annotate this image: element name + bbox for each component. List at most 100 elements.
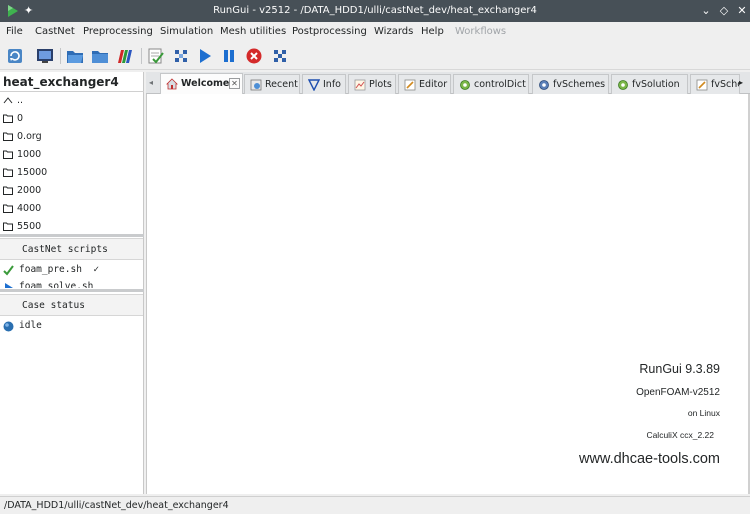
tab-fvsolution[interactable]: fvSolution [611, 74, 688, 94]
file-item-4000[interactable]: 4000 [0, 200, 143, 218]
file-item-15000[interactable]: 15000 [0, 164, 143, 182]
file-label: 15000 [17, 167, 48, 178]
file-label: .. [17, 95, 24, 106]
file-item-parent[interactable]: .. [0, 92, 143, 110]
editor-icon [696, 79, 708, 91]
refresh-icon[interactable] [6, 47, 24, 65]
cog-icon [539, 80, 549, 90]
folder-icon [3, 186, 13, 195]
menu-postprocessing[interactable]: Postprocessing [292, 25, 367, 39]
tab-scroll-right-icon[interactable]: ▸ [739, 77, 747, 89]
file-item-5500[interactable]: 5500 [0, 218, 143, 234]
cog-icon [460, 80, 470, 90]
info-icon [308, 79, 320, 91]
edit-check-icon[interactable] [147, 47, 165, 65]
menu-bar: File CastNet Preprocessing Simulation Me… [0, 22, 750, 42]
script-label: foam_pre.sh [19, 264, 82, 275]
tab-controldict[interactable]: controlDict [453, 74, 529, 94]
menu-mesh-utilities[interactable]: Mesh utilities [220, 25, 286, 39]
website-link[interactable]: www.dhcae-tools.com [579, 451, 720, 467]
grid-select-icon[interactable] [172, 47, 190, 65]
maximize-icon[interactable]: ◇ [716, 3, 732, 19]
folder-open-icon[interactable] [66, 47, 84, 65]
minimize-icon[interactable]: ⌄ [698, 3, 714, 19]
folder-icon [3, 132, 13, 141]
close-icon[interactable]: ✕ [734, 3, 750, 19]
play-icon[interactable] [196, 47, 214, 65]
colorbar-icon[interactable] [116, 47, 134, 65]
menu-file[interactable]: File [6, 25, 23, 39]
tab-recent[interactable]: Recent [244, 74, 300, 94]
folder-icon[interactable] [91, 47, 109, 65]
case-status-header: Case status [0, 294, 143, 316]
tab-label: controlDict [474, 79, 526, 90]
home-icon [166, 78, 178, 90]
panel-splitter[interactable] [0, 234, 144, 237]
file-item-2000[interactable]: 2000 [0, 182, 143, 200]
case-status-row: idle [0, 318, 143, 334]
case-panel: heat_exchanger4 .. 0 0.org 1000 15000 20… [0, 72, 144, 494]
tab-fvschemes-2[interactable]: fvSche [690, 74, 740, 94]
calculix-version: CalculiX ccx_2.22 [646, 430, 714, 440]
tab-close-icon[interactable]: ✕ [229, 78, 240, 89]
folder-icon [3, 114, 13, 123]
toolbar [0, 42, 750, 70]
script-item-foam-pre[interactable]: foam_pre.sh ✓ [0, 262, 143, 278]
file-label: 1000 [17, 149, 42, 160]
folder-icon [3, 204, 13, 213]
tab-label: fvSche [711, 79, 740, 90]
folder-icon [3, 222, 13, 231]
stop-icon[interactable] [245, 47, 263, 65]
tab-welcome[interactable]: Welcome ✕ [160, 73, 243, 94]
plots-icon [354, 79, 366, 91]
status-dot-icon [3, 321, 14, 332]
folder-icon [3, 168, 13, 177]
menu-wizards[interactable]: Wizards [374, 25, 413, 39]
grid-icon[interactable] [271, 47, 289, 65]
tab-info[interactable]: Info [302, 74, 346, 94]
menu-workflows: Workflows [455, 26, 507, 37]
openfoam-version: OpenFOAM-v2512 [636, 387, 720, 398]
file-item-1000[interactable]: 1000 [0, 146, 143, 164]
tab-editor[interactable]: Editor [398, 74, 451, 94]
file-label: 4000 [17, 203, 42, 214]
welcome-page: RunGui 9.3.89 OpenFOAM-v2512 on Linux Ca… [146, 94, 750, 494]
menu-castnet[interactable]: CastNet [35, 25, 75, 39]
tab-plots[interactable]: Plots [348, 74, 396, 94]
title-bar: ✦ RunGui - v2512 - /DATA_HDD1/ulli/castN… [0, 0, 750, 22]
file-label: 0.org [17, 131, 42, 142]
tab-bar: ◂ Welcome ✕ Recent Info Plots Editor con… [146, 72, 750, 94]
check-icon [3, 265, 14, 276]
tab-fvschemes[interactable]: fvSchemes [532, 74, 609, 94]
toolbar-separator [60, 48, 61, 64]
pause-icon[interactable] [220, 47, 238, 65]
menu-simulation[interactable]: Simulation [160, 25, 213, 39]
menu-preprocessing[interactable]: Preprocessing [83, 25, 153, 39]
file-item-0-org[interactable]: 0.org [0, 128, 143, 146]
toolbar-separator [141, 48, 142, 64]
menu-help[interactable]: Help [421, 25, 444, 39]
cog-icon [618, 80, 628, 90]
case-status-header-label: Case status [22, 300, 85, 311]
editor-icon [404, 79, 416, 91]
folder-icon [3, 150, 13, 159]
tab-label: fvSolution [632, 79, 680, 90]
file-label: 2000 [17, 185, 42, 196]
window-title: RunGui - v2512 - /DATA_HDD1/ulli/castNet… [213, 5, 537, 16]
tab-label: Info [323, 79, 341, 90]
case-name: heat_exchanger4 [3, 75, 119, 89]
scripts-header: CastNet scripts [0, 238, 143, 260]
tab-label: Recent [265, 79, 298, 90]
script-item-foam-solve[interactable]: foam_solve.sh [0, 279, 143, 288]
status-path: /DATA_HDD1/ulli/castNet_dev/heat_exchang… [4, 500, 229, 511]
platform-label: on Linux [687, 408, 720, 418]
recent-icon [250, 79, 262, 91]
tab-scroll-left-icon[interactable]: ◂ [149, 77, 157, 89]
rungui-version: RunGui 9.3.89 [639, 362, 720, 376]
chevron-up-icon [3, 97, 13, 104]
monitor-icon[interactable] [36, 47, 54, 65]
status-bar: /DATA_HDD1/ulli/castNet_dev/heat_exchang… [0, 496, 750, 514]
file-item-0[interactable]: 0 [0, 110, 143, 128]
script-status-check: ✓ [93, 264, 100, 275]
panel-splitter[interactable] [0, 289, 144, 292]
